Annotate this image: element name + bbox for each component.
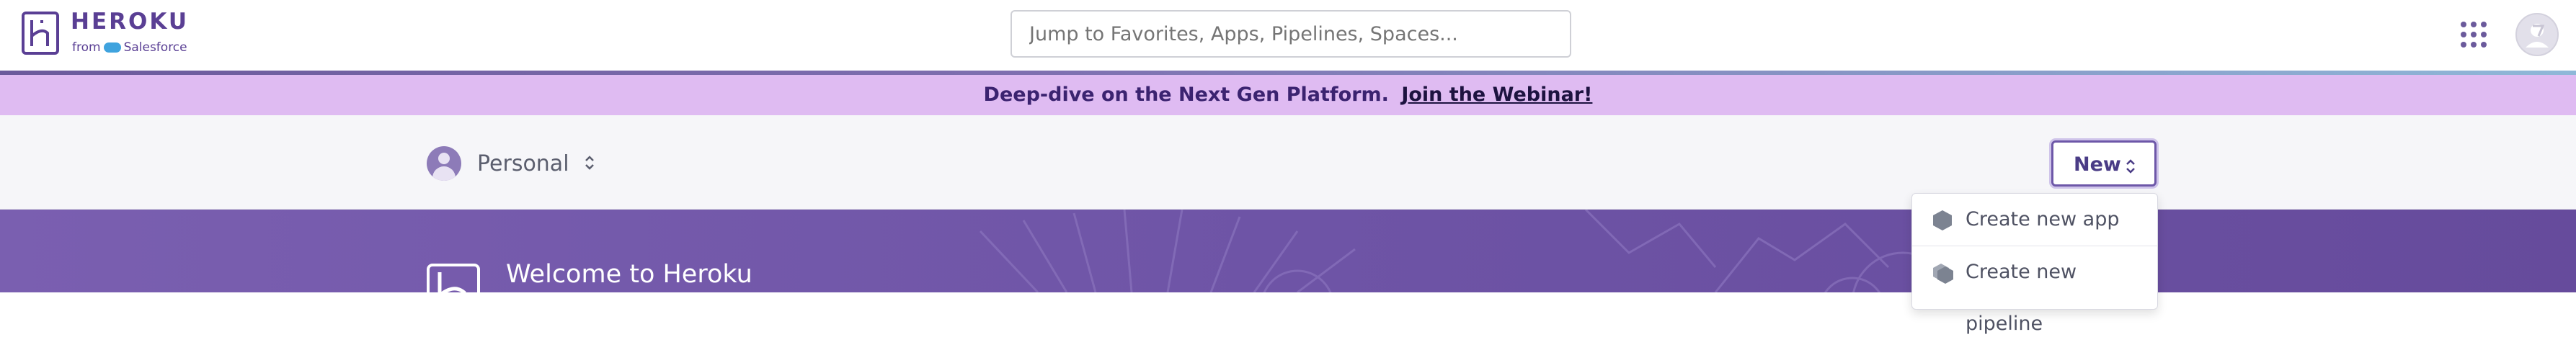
pipeline-hexagon-icon <box>1933 264 1953 284</box>
chevron-updown-icon[interactable] <box>584 154 595 171</box>
search-box[interactable] <box>1011 10 1571 58</box>
search-input[interactable] <box>1029 23 1553 45</box>
menu-item-label: Create new pipeline <box>1966 261 2077 335</box>
announcement-banner: Deep-dive on the Next Gen Platform. Join… <box>0 75 2576 115</box>
logo-sub-from: from <box>72 40 101 55</box>
hexagon-icon <box>1933 210 1952 230</box>
account-switcher-label[interactable]: Personal <box>477 151 569 176</box>
new-button[interactable]: New <box>2051 140 2157 187</box>
logo-wordmark[interactable]: HEROKU <box>71 9 189 35</box>
new-button-label: New <box>2074 153 2121 176</box>
hero-background-pattern <box>979 210 1953 292</box>
logo-sub-brand: Salesforce <box>123 40 187 55</box>
grid-dots-icon[interactable] <box>2461 22 2487 48</box>
banner-link[interactable]: Join the Webinar! <box>1401 84 1592 106</box>
chevron-updown-icon <box>2126 159 2135 174</box>
user-avatar-icon[interactable] <box>2515 13 2559 56</box>
account-avatar-icon[interactable] <box>427 146 461 181</box>
heroku-logo-icon[interactable] <box>22 12 59 55</box>
account-bar: Personal New <box>0 115 2576 210</box>
menu-item-label: Create new app <box>1966 208 2120 230</box>
salesforce-cloud-icon <box>103 42 121 53</box>
banner-text: Deep-dive on the Next Gen Platform. <box>983 84 1389 106</box>
menu-item-create-pipeline[interactable]: Create new pipeline <box>1912 246 2157 335</box>
welcome-hero: Welcome to Heroku <box>0 210 2576 292</box>
logo-subtitle: from Salesforce <box>72 40 187 55</box>
top-header: HEROKU from Salesforce <box>0 0 2576 71</box>
menu-item-create-app[interactable]: Create new app <box>1912 194 2157 246</box>
hero-title: Welcome to Heroku <box>506 260 752 289</box>
heroku-logo-icon <box>427 264 480 292</box>
